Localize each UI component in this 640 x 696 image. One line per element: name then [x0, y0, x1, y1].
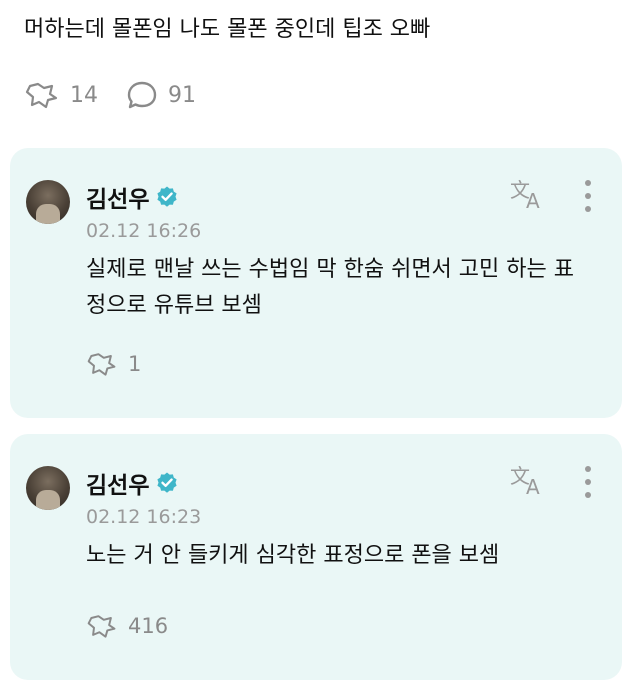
- verified-badge-icon: [157, 186, 178, 207]
- timestamp: 02.12 16:26: [86, 220, 202, 242]
- repost-button[interactable]: 14: [24, 80, 98, 110]
- comment-bubble-icon: [127, 81, 157, 109]
- repost-count: 14: [70, 82, 98, 108]
- reply-repost-button[interactable]: 1: [86, 350, 141, 378]
- more-options-button[interactable]: [578, 462, 598, 502]
- translate-button[interactable]: 文 A: [508, 462, 548, 502]
- reply-repost-count: 416: [128, 614, 169, 638]
- reply-card: 김선우 02.12 16:23 文 A 노는 거 안 들키게 심각한 표정으로 …: [10, 434, 622, 680]
- translate-button[interactable]: 文 A: [508, 176, 548, 216]
- more-options-button[interactable]: [578, 176, 598, 216]
- reply-repost-button[interactable]: 416: [86, 612, 168, 640]
- svg-text:A: A: [526, 475, 540, 498]
- verified-badge-icon: [157, 472, 178, 493]
- post-thread: 머하는데 몰폰임 나도 몰폰 중인데 팁조 오빠 14 91 김선우 02.12…: [0, 0, 640, 696]
- author-row: 김선우: [86, 466, 179, 500]
- repost-icon: [87, 615, 116, 638]
- translate-icon: 文 A: [510, 464, 540, 499]
- post-stats: 14 91: [24, 80, 224, 110]
- author-name[interactable]: 김선우: [86, 180, 149, 214]
- reply-text: 노는 거 안 들키게 심각한 표정으로 폰을 보셈: [86, 543, 500, 568]
- reply-card: 김선우 02.12 16:26 文 A 실제로 맨날 쓰는 수법임 막 한숨 쉬…: [10, 148, 622, 418]
- repost-icon: [87, 353, 116, 376]
- timestamp: 02.12 16:23: [86, 506, 202, 528]
- comment-count: 91: [168, 82, 196, 108]
- svg-text:A: A: [526, 189, 540, 212]
- repost-icon: [25, 82, 58, 109]
- reply-text: 실제로 맨날 쓰는 수법임 막 한숨 쉬면서 고민 하는 표정으로 유튜브 보셈: [86, 257, 574, 318]
- avatar[interactable]: [26, 180, 70, 224]
- author-name[interactable]: 김선우: [86, 466, 149, 500]
- comment-button[interactable]: 91: [126, 80, 196, 110]
- avatar[interactable]: [26, 466, 70, 510]
- author-row: 김선우: [86, 180, 179, 214]
- translate-icon: 文 A: [510, 178, 540, 213]
- more-vertical-icon: [585, 180, 591, 186]
- reply-repost-count: 1: [128, 352, 142, 376]
- post-text: 머하는데 몰폰임 나도 몰폰 중인데 팁조 오빠: [24, 17, 431, 42]
- more-vertical-icon: [585, 466, 591, 472]
